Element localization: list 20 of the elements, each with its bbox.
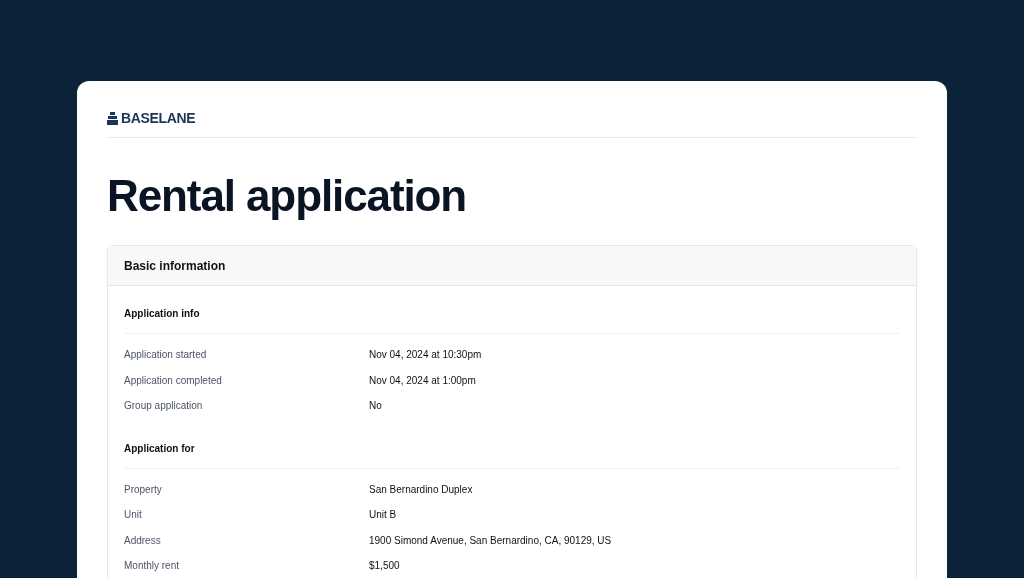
field-value: Unit B: [369, 508, 397, 523]
field-label: Application started: [124, 348, 208, 363]
field-label: Monthly rent: [124, 559, 181, 574]
field-value: No: [369, 399, 382, 414]
brand-logo: BASELANE: [121, 111, 196, 125]
field-value: Nov 04, 2024 at 1:00pm: [369, 373, 476, 388]
field-label: Address: [124, 533, 162, 548]
page-title: Rental application: [107, 170, 468, 222]
field-label: Unit: [124, 508, 143, 523]
field-value: San Bernardino Duplex: [369, 482, 473, 497]
field-value: 1900 Simond Avenue, San Bernardino, CA, 90129, US: [369, 533, 612, 548]
group-title: Application info: [124, 308, 200, 319]
field-value: Nov 04, 2024 at 10:30pm: [369, 348, 482, 363]
field-label: Property: [124, 482, 163, 497]
field-value: $1,500: [369, 559, 400, 574]
field-label: Application completed: [124, 373, 223, 388]
logo-icon: [107, 111, 118, 125]
section-title: Basic information: [124, 257, 226, 275]
group-title: Application for: [124, 442, 195, 454]
field-label: Group application: [124, 399, 204, 414]
